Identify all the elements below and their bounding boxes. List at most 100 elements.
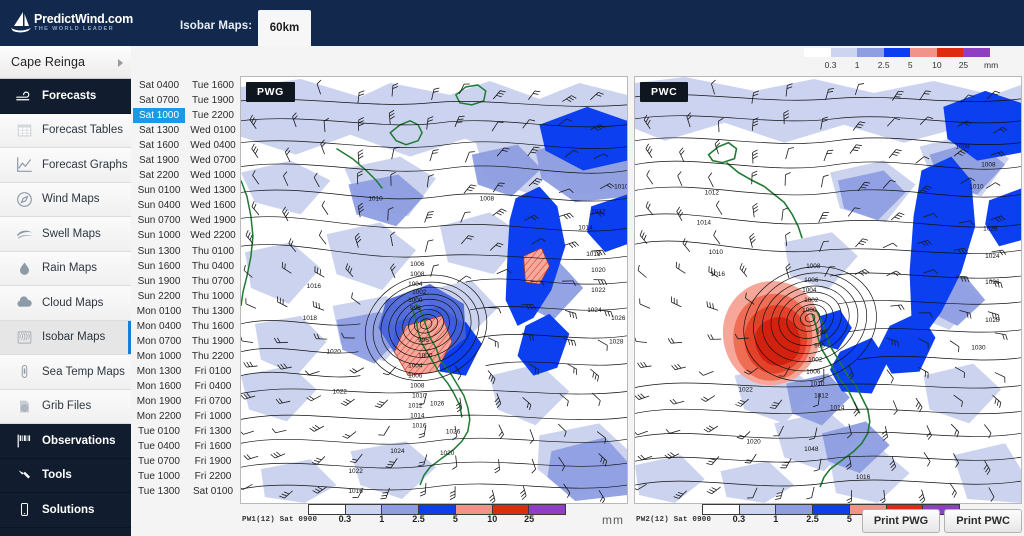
time-option[interactable]: Fri 2200: [187, 469, 239, 484]
sidebar-item-observations[interactable]: Observations: [0, 424, 131, 459]
time-option[interactable]: Sun 0700: [133, 213, 185, 228]
time-option[interactable]: Sun 0100: [133, 183, 185, 198]
time-option[interactable]: Tue 1300: [133, 484, 185, 499]
time-option[interactable]: Tue 0100: [133, 424, 185, 439]
time-option[interactable]: Sun 1900: [133, 274, 185, 289]
page-scrollbar[interactable]: [1019, 46, 1024, 536]
time-option[interactable]: Sun 1300: [133, 244, 185, 259]
time-option[interactable]: Mon 0400: [133, 319, 185, 334]
print-pwg-button[interactable]: Print PWG: [861, 509, 941, 533]
time-option[interactable]: Sun 0400: [133, 198, 185, 213]
time-option[interactable]: Tue 2200: [187, 108, 239, 123]
svg-text:1028: 1028: [985, 317, 1000, 324]
sidebar-item-forecast-tables[interactable]: Forecast Tables: [0, 113, 131, 148]
sidebar-item-cloud-maps[interactable]: Cloud Maps: [0, 286, 131, 321]
time-option[interactable]: Thu 1000: [187, 289, 239, 304]
time-option[interactable]: Mon 1300: [133, 364, 185, 379]
time-option[interactable]: Wed 0400: [187, 138, 239, 153]
time-option[interactable]: Mon 0700: [133, 334, 185, 349]
time-option[interactable]: Fri 0100: [187, 364, 239, 379]
time-option[interactable]: Mon 1600: [133, 379, 185, 394]
time-option[interactable]: Wed 1300: [187, 183, 239, 198]
sidebar-item-solutions[interactable]: Solutions: [0, 493, 131, 528]
time-option[interactable]: Tue 1000: [133, 469, 185, 484]
time-option[interactable]: Mon 1900: [133, 394, 185, 409]
sidebar-item-rain-maps[interactable]: Rain Maps: [0, 251, 131, 286]
time-option[interactable]: Wed 0100: [187, 123, 239, 138]
location-selector[interactable]: Cape Reinga: [0, 46, 131, 79]
svg-text:1014: 1014: [578, 224, 593, 231]
tab-resolution-60km[interactable]: 60km: [258, 10, 311, 46]
map-panel-pwg[interactable]: PWG 1010 1008 1010 1012 1014 1018 1020 1…: [240, 76, 628, 504]
time-option[interactable]: Thu 1900: [187, 334, 239, 349]
map-footer-label-pwg: PW1(12) Sat 0900: [242, 516, 318, 524]
time-option[interactable]: Sun 2200: [133, 289, 185, 304]
svg-text:1018: 1018: [303, 315, 318, 322]
svg-text:1026: 1026: [611, 315, 626, 322]
sidebar-item-label: Grib Files: [42, 400, 92, 413]
time-option[interactable]: Mon 0100: [133, 304, 185, 319]
sidebar-item-sea-temp-maps[interactable]: Sea Temp Maps: [0, 355, 131, 390]
time-option[interactable]: Sun 1000: [133, 228, 185, 243]
time-option[interactable]: Sat 1600: [133, 138, 185, 153]
time-option[interactable]: Thu 1300: [187, 304, 239, 319]
sidebar-item-label: Observations: [42, 434, 116, 447]
map-panel-pwc[interactable]: PWC 1008 1006 1004 1002 1000 998 996 100…: [634, 76, 1022, 504]
time-option[interactable]: Fri 1300: [187, 424, 239, 439]
svg-text:1010: 1010: [810, 381, 825, 388]
legend-swatch-5: [936, 48, 964, 57]
svg-text:1016: 1016: [856, 474, 871, 481]
sidebar-item-wind-maps[interactable]: Wind Maps: [0, 182, 131, 217]
time-option[interactable]: Sat 1900: [133, 153, 185, 168]
predictwind-logo[interactable]: PredictWind.com THE WORLD LEADER: [10, 8, 133, 38]
map-model-tag-pwg: PWG: [246, 82, 295, 102]
time-option[interactable]: Sat 1300: [133, 123, 185, 138]
time-option[interactable]: Sun 1600: [133, 259, 185, 274]
svg-text:1008: 1008: [410, 383, 425, 390]
time-option[interactable]: Wed 1000: [187, 168, 239, 183]
sidebar-item-forecast-graphs[interactable]: Forecast Graphs: [0, 148, 131, 183]
time-option[interactable]: Thu 2200: [187, 349, 239, 364]
sidebar-item-label: Isobar Maps: [42, 331, 106, 344]
svg-text:1008: 1008: [480, 195, 495, 202]
time-option[interactable]: Wed 0700: [187, 153, 239, 168]
time-column-2: Tue 1600 Tue 1900 Tue 2200 Wed 0100 Wed 0400…: [187, 78, 239, 499]
map-legend-tick: 0.3: [338, 514, 352, 524]
time-option[interactable]: Tue 0700: [133, 454, 185, 469]
time-option[interactable]: Wed 2200: [187, 228, 239, 243]
map-legend-tick: 2.5: [412, 514, 425, 524]
time-option[interactable]: Thu 0400: [187, 259, 239, 274]
time-option[interactable]: Thu 0700: [187, 274, 239, 289]
time-option[interactable]: Fri 1900: [187, 454, 239, 469]
svg-text:1010: 1010: [412, 392, 427, 399]
time-option[interactable]: Thu 0100: [187, 244, 239, 259]
time-option[interactable]: Fri 1000: [187, 409, 239, 424]
time-option[interactable]: Mon 1000: [133, 349, 185, 364]
time-option[interactable]: Sat 0400: [133, 78, 185, 93]
time-option[interactable]: Sat 0700: [133, 93, 185, 108]
print-button-group: Print PWG Print PWC: [861, 509, 1022, 533]
time-option[interactable]: Sat 2200: [133, 168, 185, 183]
sidebar-item-swell-maps[interactable]: Swell Maps: [0, 217, 131, 252]
time-option[interactable]: Wed 1900: [187, 213, 239, 228]
time-option[interactable]: Fri 0700: [187, 394, 239, 409]
svg-text:1028: 1028: [609, 339, 624, 346]
time-option[interactable]: Sat 1000: [133, 108, 185, 124]
time-option[interactable]: Fri 1600: [187, 439, 239, 454]
sidebar-item-grib-files[interactable]: Grib Files: [0, 389, 131, 424]
time-option[interactable]: Sat 0100: [187, 484, 239, 499]
time-option[interactable]: Mon 2200: [133, 409, 185, 424]
sidebar-item-isobar-maps[interactable]: Isobar Maps: [0, 320, 131, 355]
sidebar-item-label: Forecasts: [42, 89, 97, 102]
sidebar-item-tools[interactable]: Tools: [0, 458, 131, 493]
mobile-icon: [11, 500, 37, 520]
sidebar-item-forecasts[interactable]: Forecasts: [0, 79, 131, 114]
time-option[interactable]: Wed 1600: [187, 198, 239, 213]
time-option[interactable]: Tue 1600: [187, 78, 239, 93]
time-option[interactable]: Tue 1900: [187, 93, 239, 108]
time-option[interactable]: Thu 1600: [187, 319, 239, 334]
time-option[interactable]: Fri 0400: [187, 379, 239, 394]
svg-text:1022: 1022: [333, 389, 348, 396]
print-pwc-button[interactable]: Print PWC: [944, 509, 1022, 533]
time-option[interactable]: Tue 0400: [133, 439, 185, 454]
